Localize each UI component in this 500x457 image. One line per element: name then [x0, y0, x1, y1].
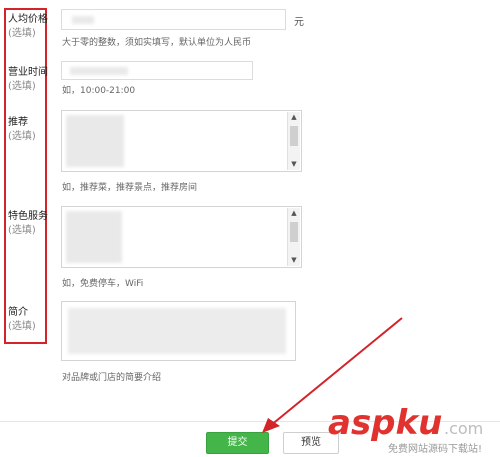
annotation-arrow-icon: [262, 317, 403, 433]
watermark-slogan: 免费网站源码下载站!: [388, 442, 482, 455]
aspku-watermark-logo: aspku .com 免费网站源码下载站!: [328, 403, 483, 455]
watermark-brand: aspku: [328, 403, 442, 443]
watermark-suffix: .com: [444, 419, 483, 438]
